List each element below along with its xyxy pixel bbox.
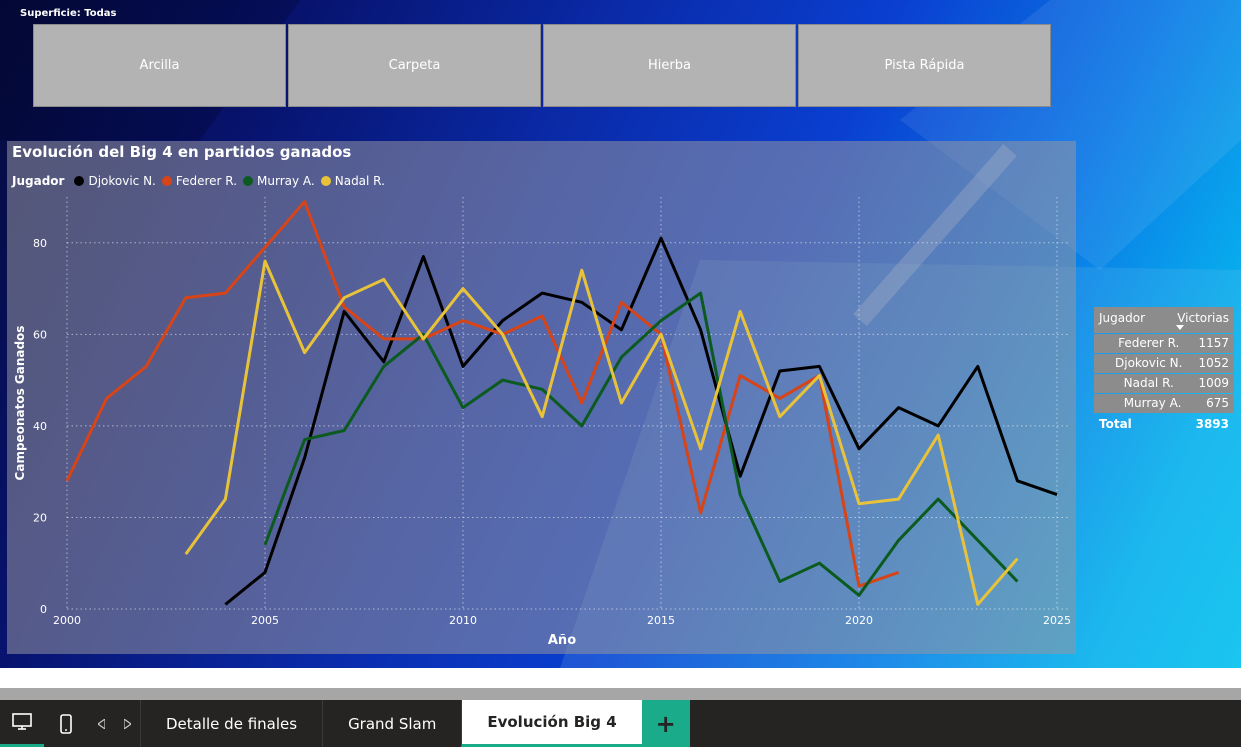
player-name: Nadal R. (1123, 376, 1174, 390)
previous-page-button[interactable] (88, 700, 114, 747)
table-total-row: Total 3893 (1094, 413, 1234, 435)
legend-marker (74, 176, 85, 186)
wins-value: 1157 (1198, 336, 1229, 350)
line-chart: 0 20 40 60 80 2000 2005 2010 2015 2020 2025 Año Camp… (13, 197, 1071, 648)
add-page-button[interactable]: + (641, 700, 690, 747)
total-label: Total (1099, 417, 1132, 431)
line-chart-visual[interactable]: 0 20 40 60 80 2000 2005 2010 2015 2020 2025 Año Camp… (7, 141, 1076, 654)
wins-value: 675 (1206, 396, 1229, 410)
desktop-view-button[interactable] (0, 700, 44, 747)
legend-label: Djokovic N. (88, 174, 156, 188)
tab-evolucion-big-4[interactable]: Evolución Big 4 (461, 700, 642, 747)
canvas-margin (0, 668, 1241, 688)
legend-item-federer[interactable]: Federer R. (161, 174, 238, 188)
y-tick-label: 0 (40, 603, 47, 616)
x-tick-label: 2015 (647, 614, 675, 627)
slicer-option-carpeta[interactable]: Carpeta (288, 24, 541, 107)
chart-legend: Jugador Djokovic N. Federer R. Murray A.… (12, 174, 385, 188)
tab-grand-slam[interactable]: Grand Slam (322, 700, 461, 747)
table-header: Jugador Victorias (1094, 307, 1234, 333)
x-tick-label: 2010 (449, 614, 477, 627)
x-tick-label: 2020 (845, 614, 873, 627)
legend-marker (243, 176, 254, 186)
player-name: Federer R. (1118, 336, 1180, 350)
slicer-option-pista-rapida[interactable]: Pista Rápida (798, 24, 1051, 107)
tab-detalle-de-finales[interactable]: Detalle de finales (140, 700, 322, 747)
x-tick-label: 2025 (1043, 614, 1071, 627)
legend-marker (161, 176, 172, 186)
report-canvas: Superficie: Todas Arcilla Carpeta Hierba… (0, 0, 1241, 668)
table-row[interactable]: Federer R. 1157 (1094, 334, 1234, 353)
y-tick-label: 60 (33, 328, 47, 341)
table-row[interactable]: Murray A. 675 (1094, 394, 1234, 413)
legend-label: Nadal R. (334, 174, 385, 188)
x-tick-label: 2000 (53, 614, 81, 627)
wins-table[interactable]: Jugador Victorias Federer R. 1157 Djokovi… (1094, 307, 1234, 435)
column-header-player[interactable]: Jugador (1099, 311, 1145, 329)
table-row[interactable]: Nadal R. 1009 (1094, 374, 1234, 393)
total-value: 3893 (1195, 417, 1229, 431)
y-tick-label: 20 (33, 511, 47, 524)
player-name: Murray A. (1123, 396, 1182, 410)
wins-value: 1052 (1198, 356, 1229, 370)
legend-item-djokovic[interactable]: Djokovic N. (74, 174, 156, 188)
x-tick-label: 2005 (251, 614, 279, 627)
y-tick-label: 40 (33, 420, 47, 433)
horizontal-scrollbar[interactable] (0, 688, 1241, 700)
player-name: Djokovic N. (1115, 356, 1183, 370)
slicer-title: Superficie: Todas (20, 8, 117, 19)
slicer-option-arcilla[interactable]: Arcilla (33, 24, 286, 107)
column-header-wins[interactable]: Victorias (1177, 311, 1229, 329)
sort-desc-icon (1176, 325, 1184, 330)
mobile-phone-icon (60, 713, 72, 734)
page-tab-bar: Detalle de finales Grand Slam Evolución … (0, 700, 1241, 747)
wins-value: 1009 (1198, 376, 1229, 390)
mobile-view-button[interactable] (44, 700, 88, 747)
chart-title: Evolución del Big 4 en partidos ganados (12, 143, 352, 161)
chevron-left-icon (97, 718, 105, 729)
y-axis-label: Campeonatos Ganados (13, 326, 27, 481)
legend-label: Federer R. (175, 174, 238, 188)
legend-title: Jugador (12, 174, 65, 188)
table-row[interactable]: Djokovic N. 1052 (1094, 354, 1234, 373)
legend-item-murray[interactable]: Murray A. (243, 174, 315, 188)
chevron-right-icon (123, 718, 131, 729)
legend-label: Murray A. (257, 174, 315, 188)
desktop-icon (12, 713, 32, 730)
legend-marker (320, 176, 331, 186)
y-tick-label: 80 (33, 237, 47, 250)
legend-item-nadal[interactable]: Nadal R. (320, 174, 385, 188)
series-line-2 (263, 291, 1019, 597)
slicer-option-hierba[interactable]: Hierba (543, 24, 796, 107)
next-page-button[interactable] (114, 700, 140, 747)
x-axis-label: Año (548, 633, 576, 648)
